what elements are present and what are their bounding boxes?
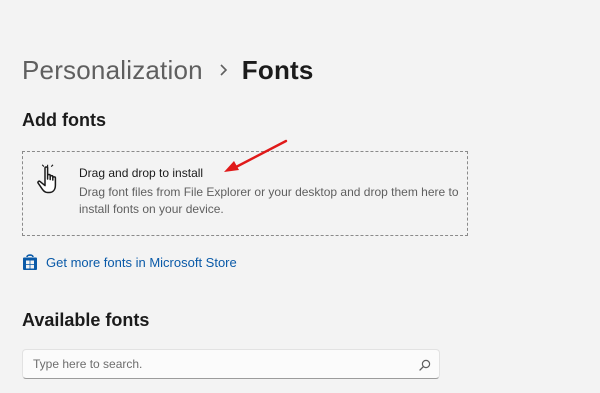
- breadcrumb-parent[interactable]: Personalization: [22, 55, 203, 86]
- chevron-right-icon: [218, 63, 228, 77]
- page-title: Fonts: [241, 54, 314, 85]
- font-search-input[interactable]: [23, 350, 403, 378]
- hand-pointer-icon: [35, 164, 67, 196]
- microsoft-store-link-label[interactable]: Get more fonts in Microsoft Store: [46, 255, 237, 270]
- annotation-arrow-icon: [224, 139, 288, 172]
- add-fonts-heading: Add fonts: [22, 110, 106, 130]
- drop-zone-title: Drag and drop to install: [79, 166, 204, 180]
- search-icon[interactable]: [419, 358, 431, 371]
- breadcrumb: Personalization Fonts: [22, 52, 314, 88]
- store-bag-icon: [22, 253, 38, 271]
- microsoft-store-link[interactable]: Get more fonts in Microsoft Store: [22, 252, 237, 272]
- font-search-box[interactable]: [22, 349, 440, 379]
- available-fonts-heading: Available fonts: [22, 310, 150, 330]
- drop-zone-description: Drag font files from File Explorer or yo…: [79, 185, 459, 216]
